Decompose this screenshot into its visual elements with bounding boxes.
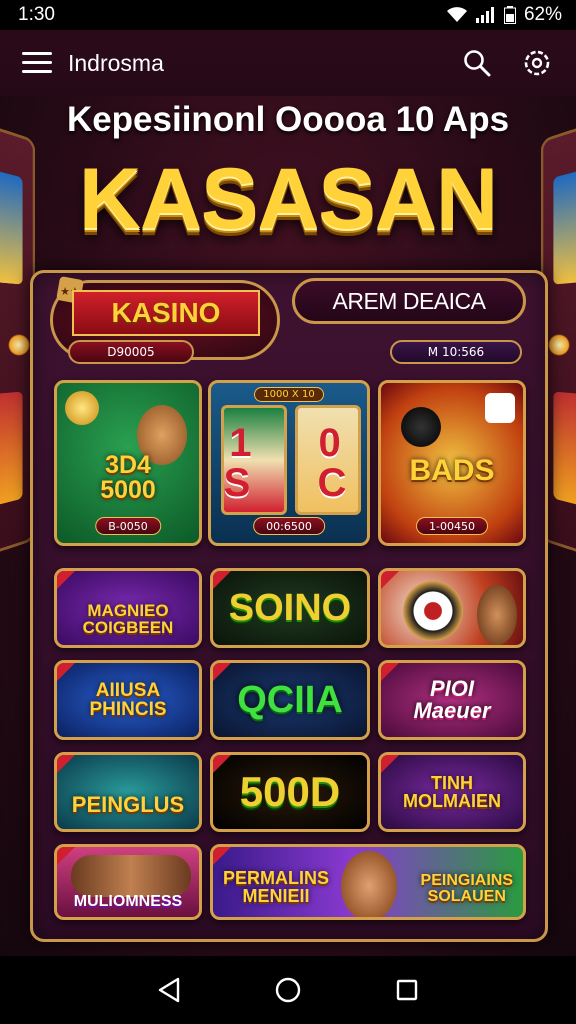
system-nav-bar — [0, 956, 576, 1024]
game-card[interactable]: TINH MOLMAIEN — [378, 752, 526, 832]
character-decoration — [341, 851, 397, 917]
featured-game-card[interactable]: BADS 1-00450 — [378, 380, 526, 546]
corner-tag — [57, 755, 77, 775]
game-card[interactable]: SOINO — [210, 568, 370, 648]
status-icons: 62% — [446, 4, 562, 26]
menu-button[interactable] — [22, 48, 52, 78]
settings-button[interactable] — [520, 46, 554, 80]
game-label: 500D — [239, 768, 341, 815]
featured-game-sub: 00:6500 — [253, 517, 325, 535]
featured-game-card[interactable]: 1000 X 10 1 0 S C 00:6500 — [208, 380, 370, 546]
featured-game-card[interactable]: 3D4 5000 B-0050 — [54, 380, 202, 546]
game-label: AIIUSA PHINCIS — [89, 680, 167, 720]
game-card[interactable]: AIIUSA PHINCIS — [54, 660, 202, 740]
brand-logo: KASASAN — [78, 151, 498, 247]
game-label: PERMALINS MENIEII — [223, 868, 330, 906]
tab-arem-sub: M 10:566 — [390, 340, 522, 364]
machine-screen — [0, 391, 23, 508]
status-time: 1:30 — [18, 4, 55, 25]
battery-icon — [503, 6, 516, 24]
corner-tag — [213, 847, 233, 867]
battery-level: 62% — [523, 4, 562, 25]
search-icon — [464, 50, 491, 77]
featured-game-sub: B-0050 — [95, 517, 161, 535]
game-label: QCIIA — [237, 679, 343, 721]
game-card[interactable]: PERMALINS MENIEII PEINGIAINS SOLAUEN — [210, 844, 526, 920]
corner-tag — [57, 663, 77, 683]
featured-game-label: 3D4 5000 — [100, 451, 156, 504]
app-bar: Indrosma — [0, 30, 576, 96]
corner-tag — [381, 663, 401, 683]
featured-game-sub: 1-00450 — [416, 517, 488, 535]
game-label: SOINO — [228, 587, 352, 629]
corner-tag — [57, 571, 77, 591]
machine-screen — [553, 391, 576, 508]
recents-icon — [396, 979, 417, 1001]
home-button[interactable] — [268, 970, 308, 1010]
chip-decoration — [401, 407, 441, 447]
status-bar: 1:30 62% — [0, 0, 576, 30]
corner-tag — [213, 755, 233, 775]
roulette-wheel-decoration — [403, 581, 463, 641]
featured-game-badge: 1000 X 10 — [254, 387, 324, 402]
wifi-icon — [446, 7, 467, 22]
game-label: TINH MOLMAIEN — [403, 773, 501, 811]
game-card[interactable] — [378, 568, 526, 648]
corner-tag — [213, 663, 233, 683]
game-card[interactable]: QCIIA — [210, 660, 370, 740]
back-icon — [159, 977, 180, 1003]
characters-decoration — [71, 855, 191, 897]
game-label: PIOI Maeuer — [413, 676, 491, 723]
coin-decoration — [65, 391, 99, 425]
recents-button[interactable] — [387, 970, 427, 1010]
app-title: Indrosma — [68, 49, 164, 76]
headline: Kepesiinonl Ooooa 10 Aps — [66, 100, 510, 139]
game-card[interactable]: 500D — [210, 752, 370, 832]
game-card[interactable]: MULIOMNESS — [54, 844, 202, 920]
tab-arem-deaica[interactable]: AREM DEAICA — [292, 278, 526, 324]
tab-kasino-label: KASINO — [72, 290, 260, 336]
game-card[interactable]: MAGNIEO COIGBEEN — [54, 568, 202, 648]
search-button[interactable] — [460, 46, 494, 80]
lamp-decoration — [8, 334, 30, 356]
signal-icon — [475, 7, 494, 23]
game-card[interactable]: PEINGLUS — [54, 752, 202, 832]
corner-tag — [381, 571, 401, 591]
corner-tag — [381, 755, 401, 775]
character-decoration — [477, 585, 517, 645]
game-label: PEINGIAINS SOLAUEN — [420, 872, 513, 905]
lamp-decoration — [548, 334, 570, 356]
dice-decoration — [485, 393, 515, 423]
settings-icon — [524, 50, 550, 76]
featured-game-label: BADS — [409, 454, 495, 487]
home-icon — [275, 977, 301, 1003]
tab-kasino-sub: D90005 — [68, 340, 194, 364]
game-label: PEINGLUS — [71, 792, 185, 817]
game-label: MAGNIEO COIGBEEN — [82, 601, 174, 637]
back-button[interactable] — [149, 970, 189, 1010]
featured-game-label: 1 0 S C — [223, 421, 370, 505]
game-label: MULIOMNESS — [73, 893, 183, 910]
game-card[interactable]: PIOI Maeuer — [378, 660, 526, 740]
hamburger-icon — [22, 52, 52, 73]
